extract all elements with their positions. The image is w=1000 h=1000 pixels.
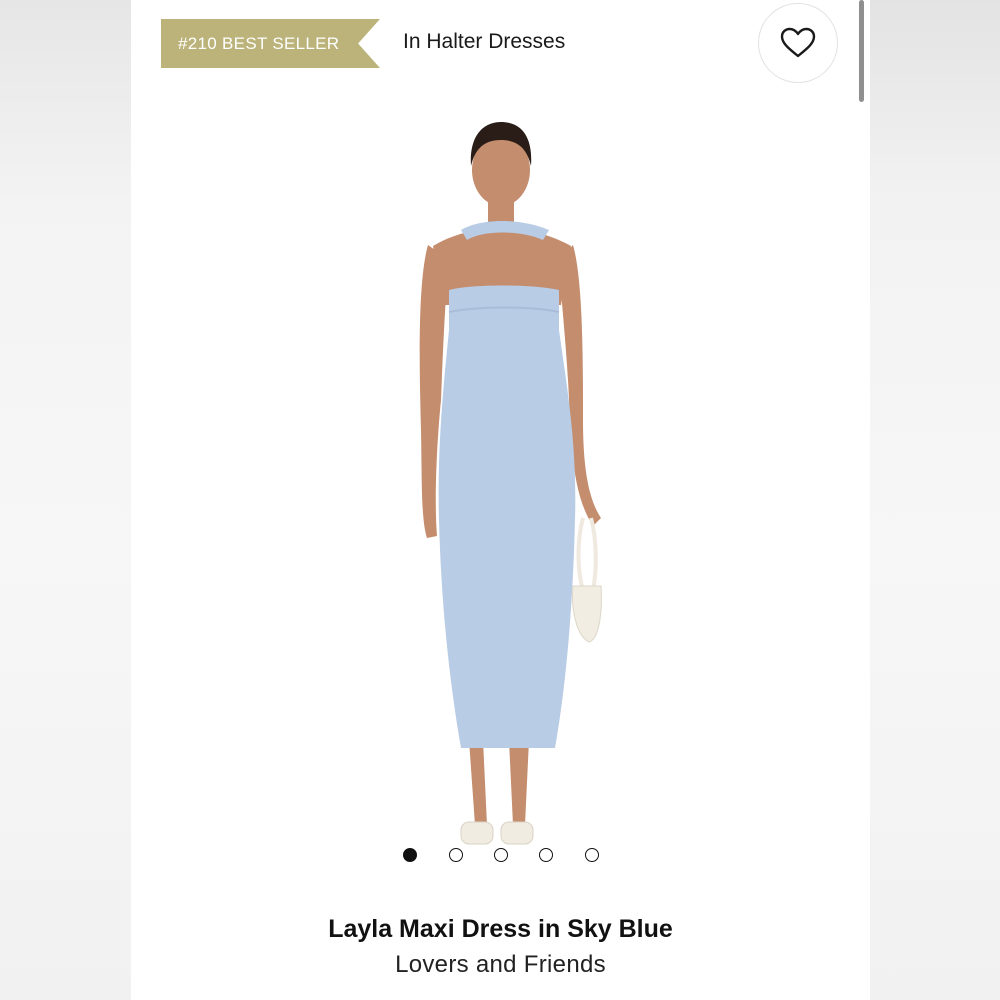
model-left-shoe (460, 821, 494, 845)
product-title: Layla Maxi Dress in Sky Blue (328, 915, 673, 943)
category-link[interactable]: In Halter Dresses (403, 30, 565, 54)
product-brand[interactable]: Lovers and Friends (131, 951, 870, 979)
best-seller-badge: #210 BEST SELLER (161, 19, 380, 68)
model-right-shoe (500, 821, 534, 845)
product-image[interactable] (131, 100, 870, 880)
heart-icon (780, 27, 816, 58)
gallery-dot-4[interactable] (539, 848, 553, 862)
gallery-dot-5[interactable] (585, 848, 599, 862)
gallery-dot-1[interactable] (403, 848, 417, 862)
handbag-strap (576, 517, 598, 591)
scrollbar[interactable] (859, 0, 864, 102)
left-background (0, 0, 131, 1000)
handbag (572, 585, 602, 643)
gallery-dot-2[interactable] (449, 848, 463, 862)
model-legs (469, 740, 529, 825)
dress (438, 285, 576, 748)
wishlist-button[interactable] (758, 3, 838, 83)
right-background (870, 0, 1000, 1000)
product-panel: #210 BEST SELLER In Halter Dresses Layla… (131, 0, 870, 1000)
gallery-dot-3[interactable] (494, 848, 508, 862)
gallery-pagination (131, 848, 870, 864)
